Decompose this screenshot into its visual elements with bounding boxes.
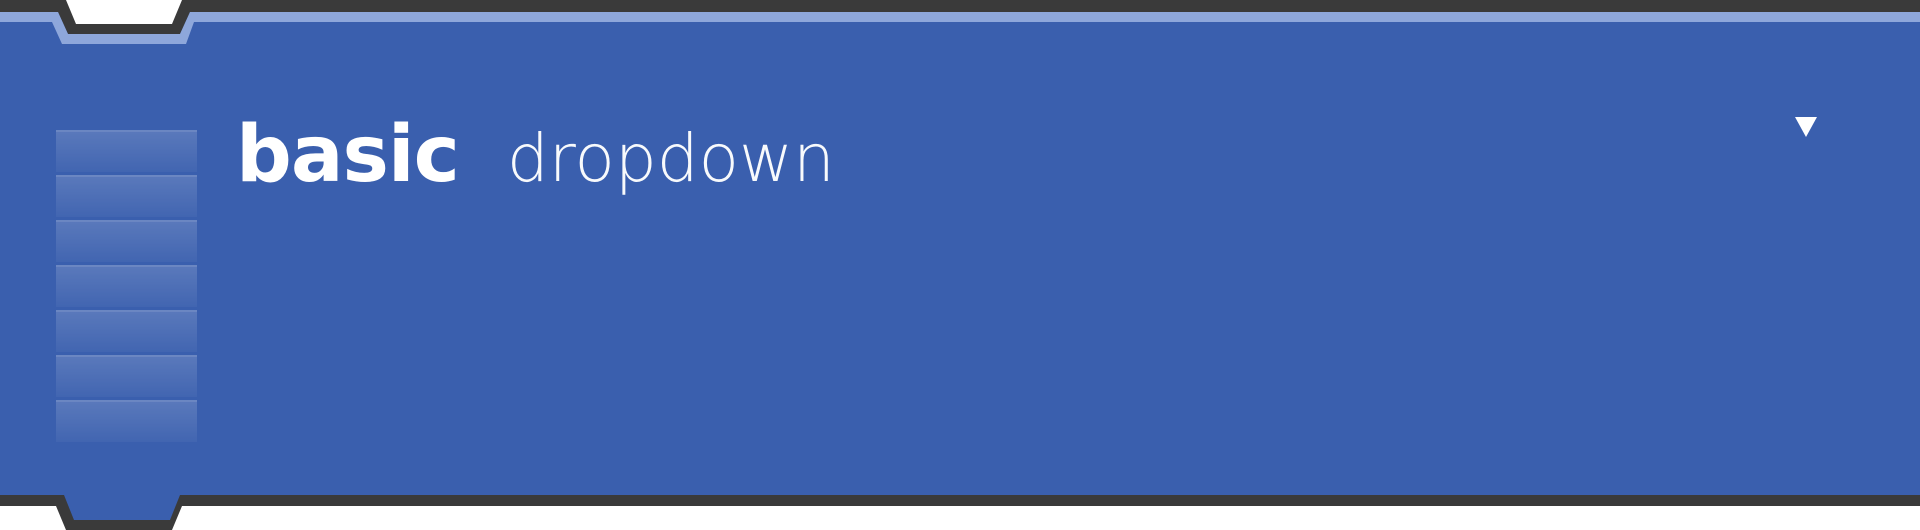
grip-row bbox=[56, 175, 197, 217]
drag-handle[interactable] bbox=[56, 130, 197, 442]
block-canvas: basic dropdown bbox=[0, 0, 1920, 530]
grip-row bbox=[56, 310, 197, 352]
triangle-down-icon[interactable] bbox=[1794, 115, 1818, 139]
grip-row bbox=[56, 220, 197, 262]
block-label: dropdown bbox=[506, 120, 835, 197]
grip-row bbox=[56, 400, 197, 442]
block-fill bbox=[0, 12, 1920, 520]
grip-row bbox=[56, 355, 197, 397]
grip-row bbox=[56, 130, 197, 172]
block-body[interactable] bbox=[0, 0, 1920, 530]
block-title: basic dropdown bbox=[236, 110, 835, 200]
grip-row bbox=[56, 265, 197, 307]
block-keyword: basic bbox=[236, 110, 460, 200]
